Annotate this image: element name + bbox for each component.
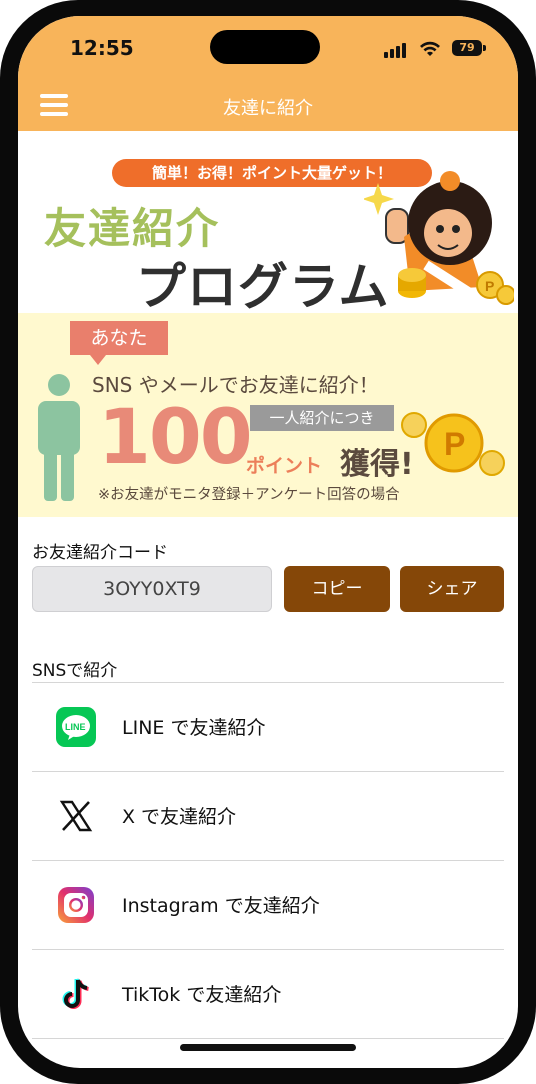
share-button[interactable]: シェア: [400, 566, 504, 612]
x-icon: [59, 800, 93, 832]
sns-item-line[interactable]: LINE LINE で友達紹介: [32, 683, 504, 771]
banner-subtitle: プログラム: [136, 258, 390, 316]
promo-condition-note: ※お友達がモニタ登録＋アンケート回答の場合: [98, 487, 400, 503]
referral-code-field[interactable]: 3OYY0XT9: [32, 566, 272, 612]
line-icon: LINE: [56, 707, 96, 747]
coins-icon: P: [401, 412, 505, 476]
tiktok-icon: [62, 978, 89, 1009]
sns-item-tiktok[interactable]: TikTok で友達紹介: [32, 950, 504, 1038]
sns-item-label: X で友達紹介: [122, 806, 237, 828]
per-referral-badge: 一人紹介につき: [250, 405, 394, 431]
svg-text:LINE: LINE: [65, 722, 86, 732]
status-time: 12:55: [70, 36, 134, 60]
sns-item-label: Instagram で友達紹介: [122, 895, 320, 917]
divider: [32, 1038, 504, 1039]
svg-text:P: P: [444, 426, 465, 462]
svg-text:P: P: [485, 278, 494, 294]
app-header: 12:55 79 友達に紹介: [18, 16, 518, 131]
sns-item-label: TikTok で友達紹介: [122, 984, 282, 1006]
you-tag-pointer: [90, 355, 106, 365]
battery-tip: [483, 45, 486, 51]
dynamic-island: [210, 30, 320, 64]
mascot-illustration: P: [364, 171, 514, 305]
promo-point-amount: 100: [98, 392, 253, 481]
program-banner: 簡単！お得！ポイント大量ゲット！ 友達紹介 プログラム P: [18, 131, 518, 316]
you-tag: あなた: [70, 321, 168, 355]
page-title: 友達に紹介: [223, 98, 313, 119]
person-icon: [38, 374, 80, 501]
battery-indicator: 79: [452, 40, 482, 56]
copy-button[interactable]: コピー: [284, 566, 390, 612]
sns-item-label: LINE で友達紹介: [122, 717, 266, 739]
wifi-icon: [420, 41, 440, 56]
phone-frame: 12:55 79 友達に紹介 簡単！お得！ポイント大量ゲット！ 友達紹介 プログ…: [0, 0, 536, 1084]
cellular-signal-icon: [384, 42, 410, 58]
sns-item-x[interactable]: X で友達紹介: [32, 772, 504, 860]
points-word: ポイント: [246, 455, 323, 477]
referral-code-label: お友達紹介コード: [32, 543, 168, 563]
screen: 12:55 79 友達に紹介 簡単！お得！ポイント大量ゲット！ 友達紹介 プログ…: [18, 16, 518, 1068]
instagram-icon: [58, 887, 94, 923]
promo-panel: あなた SNS やメールでお友達に紹介！ 100 一人紹介につき ポイント 獲得…: [18, 313, 518, 517]
sns-section-heading: SNSで紹介: [32, 661, 118, 681]
home-indicator[interactable]: [180, 1044, 356, 1051]
sns-item-instagram[interactable]: Instagram で友達紹介: [32, 861, 504, 949]
